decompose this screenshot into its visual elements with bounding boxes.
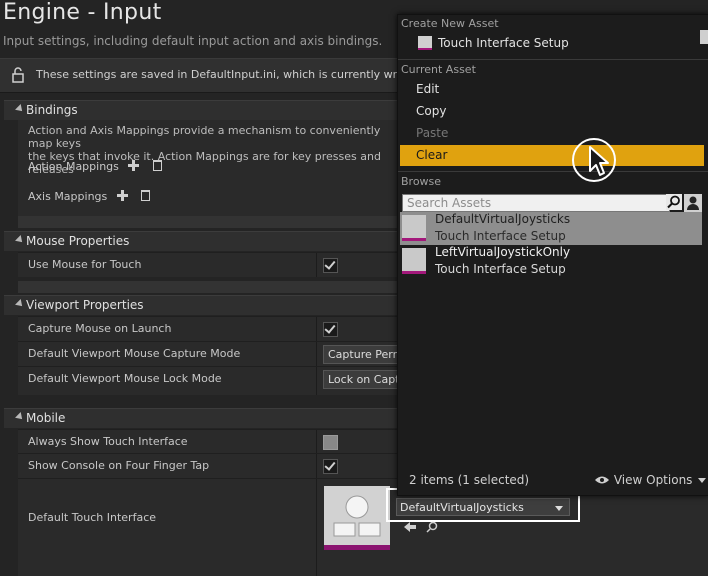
add-axis-mapping-icon[interactable]: [116, 190, 128, 201]
console-four-finger-checkbox[interactable]: [323, 459, 338, 474]
capture-on-launch-checkbox[interactable]: [323, 322, 338, 337]
partial-toolbar-icon: [700, 30, 708, 44]
joystick-asset-icon: [333, 495, 381, 537]
delete-axis-mappings-icon[interactable]: [141, 190, 151, 201]
menu-item-paste[interactable]: Paste: [416, 126, 448, 140]
expand-arrow-icon: [15, 412, 25, 422]
menu-header-create: Create New Asset: [401, 17, 499, 30]
browse-search-icon: [428, 521, 438, 531]
expand-arrow-icon: [15, 299, 25, 309]
add-action-mapping-icon[interactable]: [128, 160, 140, 171]
search-assets-input[interactable]: Search Assets: [402, 194, 670, 212]
delete-action-mappings-icon[interactable]: [152, 160, 162, 171]
touch-interface-icon: [418, 36, 432, 50]
menu-header-browse: Browse: [401, 175, 442, 188]
search-icon[interactable]: [666, 194, 682, 210]
chevron-down-icon: [698, 478, 707, 483]
user-filter-icon[interactable]: [684, 194, 702, 212]
always-show-touch-checkbox[interactable]: [323, 435, 338, 450]
use-mouse-for-touch-checkbox[interactable]: [323, 258, 338, 273]
menu-item-clear[interactable]: Clear: [400, 145, 704, 166]
page-title: Engine - Input: [3, 0, 162, 25]
notice-text: These settings are saved in DefaultInput…: [36, 68, 432, 81]
asset-nav-icons: [404, 521, 438, 533]
touch-interface-thumbnail[interactable]: [324, 486, 390, 550]
touch-interface-icon: [402, 215, 426, 241]
asset-picker-menu: Create New Asset Touch Interface Setup C…: [397, 14, 708, 496]
page-subtitle: Input settings, including default input …: [3, 34, 383, 48]
unlock-icon: [12, 67, 24, 83]
create-touch-interface-item[interactable]: Touch Interface Setup: [400, 33, 704, 53]
eye-icon: [595, 476, 609, 484]
view-options-button[interactable]: View Options: [594, 473, 707, 487]
action-mappings-row: Action Mappings: [28, 160, 162, 173]
use-selected-arrow-icon: [404, 522, 416, 532]
expand-arrow-icon: [15, 104, 25, 114]
asset-count-label: 2 items (1 selected): [409, 473, 530, 487]
mouse-cursor-icon: [589, 146, 609, 176]
touch-interface-icon: [402, 248, 426, 274]
asset-row-default-virtual-joysticks[interactable]: DefaultVirtualJoysticks Touch Interface …: [400, 212, 702, 245]
menu-item-edit[interactable]: Edit: [416, 82, 439, 96]
menu-header-current: Current Asset: [401, 63, 476, 76]
asset-row-left-virtual-joystick-only[interactable]: LeftVirtualJoystickOnly Touch Interface …: [400, 245, 702, 278]
menu-item-copy[interactable]: Copy: [416, 104, 446, 118]
axis-mappings-row: Axis Mappings: [28, 190, 151, 203]
expand-arrow-icon: [15, 235, 25, 245]
